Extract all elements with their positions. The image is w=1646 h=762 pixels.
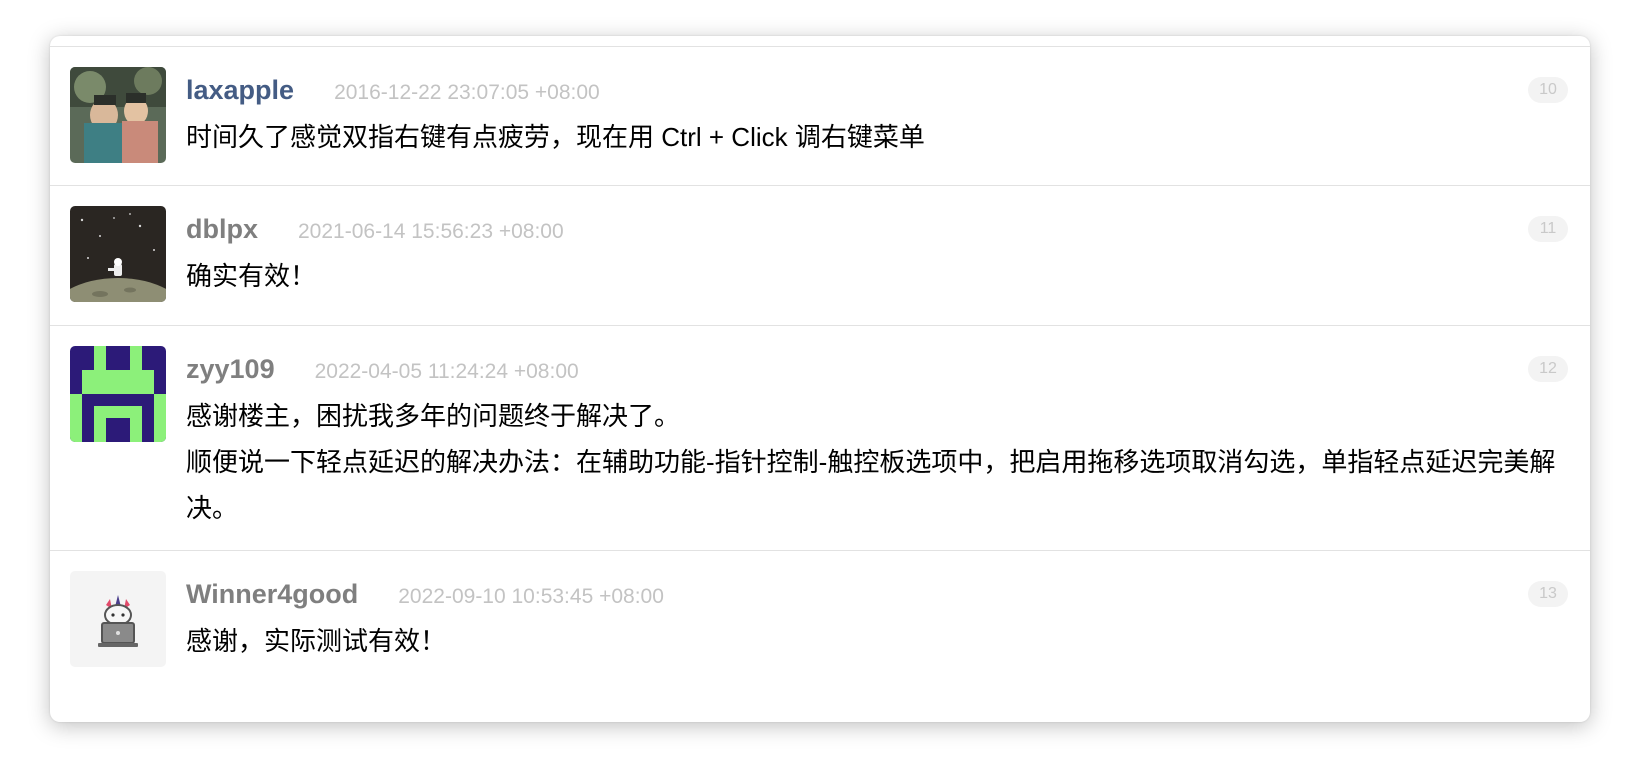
- replies-panel: laxapple 2016-12-22 23:07:05 +08:00 时间久了感…: [50, 36, 1590, 722]
- panel-top-edge: [50, 36, 1590, 47]
- reply-content: 感谢，实际测试有效！: [186, 618, 1570, 664]
- reply-meta: dblpx 2021-06-14 15:56:23 +08:00: [186, 214, 1570, 245]
- avatar-image-pixel-invader: [70, 346, 166, 442]
- floor-number-badge: 10: [1528, 77, 1568, 103]
- reply-meta: Winner4good 2022-09-10 10:53:45 +08:00: [186, 579, 1570, 610]
- reply-meta: zyy109 2022-04-05 11:24:24 +08:00: [186, 354, 1570, 385]
- avatar[interactable]: [70, 67, 166, 163]
- reply-meta: laxapple 2016-12-22 23:07:05 +08:00: [186, 75, 1570, 106]
- reply-body: Winner4good 2022-09-10 10:53:45 +08:00 感谢…: [186, 579, 1570, 664]
- reply-time: 2022-04-05 11:24:24 +08:00: [314, 360, 579, 383]
- reply-content: 时间久了感觉双指右键有点疲劳，现在用 Ctrl + Click 调右键菜单: [186, 114, 1570, 160]
- avatar[interactable]: [70, 206, 166, 302]
- reply-time: 2022-09-10 10:53:45 +08:00: [398, 585, 664, 608]
- floor-number-badge: 13: [1528, 581, 1568, 607]
- username-link[interactable]: Winner4good: [186, 579, 358, 609]
- reply-item: zyy109 2022-04-05 11:24:24 +08:00 感谢楼主，困扰…: [50, 326, 1590, 551]
- username-link[interactable]: laxapple: [186, 75, 294, 105]
- reply-content-line: 时间久了感觉双指右键有点疲劳，现在用 Ctrl + Click 调右键菜单: [186, 122, 925, 152]
- reply-body: zyy109 2022-04-05 11:24:24 +08:00 感谢楼主，困扰…: [186, 354, 1570, 531]
- reply-body: dblpx 2021-06-14 15:56:23 +08:00 确实有效！: [186, 214, 1570, 299]
- reply-item: Winner4good 2022-09-10 10:53:45 +08:00 感谢…: [50, 551, 1590, 691]
- avatar[interactable]: [70, 346, 166, 442]
- reply-body: laxapple 2016-12-22 23:07:05 +08:00 时间久了感…: [186, 75, 1570, 160]
- reply-content-line: 感谢，实际测试有效！: [186, 626, 447, 656]
- avatar[interactable]: [70, 571, 166, 667]
- reply-time: 2016-12-22 23:07:05 +08:00: [334, 81, 600, 104]
- avatar-image-unicorn-laptop: [70, 571, 166, 667]
- username-link[interactable]: dblpx: [186, 214, 258, 244]
- floor-number-badge: 12: [1528, 356, 1568, 382]
- username-link[interactable]: zyy109: [186, 354, 275, 384]
- avatar-image-astronaut-moon: [70, 206, 166, 302]
- reply-content-line: 顺便说一下轻点延迟的解决办法：在辅助功能-指针控制-触控板选项中，把启用拖移选项…: [186, 447, 1556, 523]
- reply-content-line: 感谢楼主，困扰我多年的问题终于解决了。: [186, 401, 681, 431]
- reply-content-line: 确实有效！: [186, 261, 317, 291]
- avatar-image-photo: [70, 67, 166, 163]
- reply-item: dblpx 2021-06-14 15:56:23 +08:00 确实有效！ 11: [50, 186, 1590, 326]
- reply-content: 感谢楼主，困扰我多年的问题终于解决了。 顺便说一下轻点延迟的解决办法：在辅助功能…: [186, 393, 1570, 531]
- reply-content: 确实有效！: [186, 253, 1570, 299]
- reply-time: 2021-06-14 15:56:23 +08:00: [298, 220, 564, 243]
- reply-item: laxapple 2016-12-22 23:07:05 +08:00 时间久了感…: [50, 47, 1590, 186]
- floor-number-badge: 11: [1528, 216, 1568, 242]
